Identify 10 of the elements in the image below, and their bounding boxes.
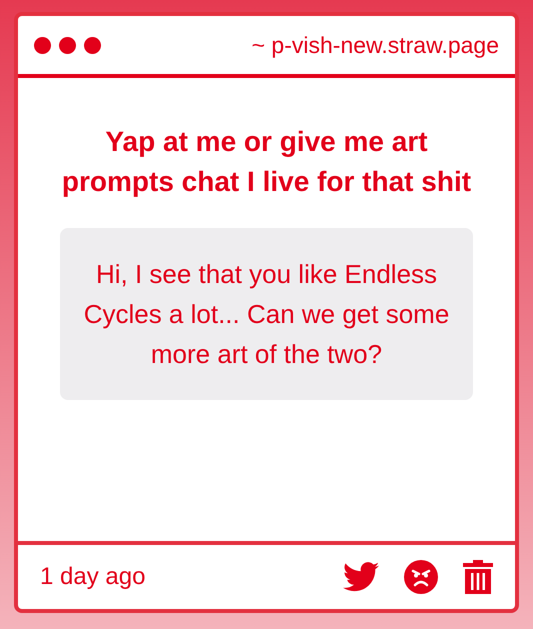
bird-icon[interactable]: [343, 562, 379, 592]
message-bubble: Hi, I see that you like Endless Cycles a lot... Can we get some more art of the two?: [60, 228, 473, 400]
window-dot-icon: [34, 36, 51, 54]
window-dot-icon: [59, 36, 76, 54]
page-address: ~ p-vish-new.straw.page: [252, 32, 499, 58]
question-title: Yap at me or give me art prompts chat I live for that shit: [60, 125, 472, 199]
timestamp: 1 day ago: [40, 563, 146, 591]
trash-icon[interactable]: [463, 560, 493, 594]
window-dot-icon: [84, 36, 101, 54]
angry-face-icon[interactable]: [403, 559, 439, 595]
